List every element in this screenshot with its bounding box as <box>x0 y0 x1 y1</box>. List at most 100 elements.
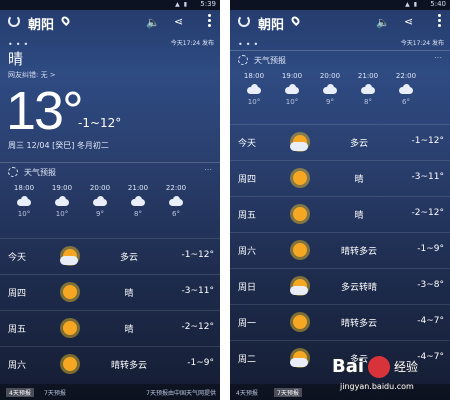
day-row: 周四 晴 -3~11° <box>230 160 450 196</box>
tab-7day[interactable]: 7天预报 <box>44 388 66 397</box>
sun-outline-icon <box>8 167 18 177</box>
left-screen: ▲ ▮ 5:39 朝阳 🔈 ⋖ ••• 今天17:24 发布 晴 网友纠错: 无… <box>0 0 220 400</box>
sun-icon <box>288 202 312 226</box>
speaker-icon[interactable]: 🔈 <box>376 16 390 29</box>
publish-time: 今天17:24 发布 <box>400 40 444 47</box>
hour-item: 18:00 10° <box>243 72 265 106</box>
data-source: 7天预报由中国天气网提供 <box>146 390 216 397</box>
forecast-header: 天气预报 ⋯ <box>0 162 220 180</box>
watermark-text: 经验 <box>394 360 419 374</box>
share-icon[interactable]: ⋖ <box>174 15 183 28</box>
baidu-logo: Bai <box>332 356 365 377</box>
day-condition: 晴 <box>124 289 134 299</box>
hour-item: 20:00 9° <box>89 184 111 218</box>
day-condition: 晴 <box>354 175 364 185</box>
partly-cloudy-icon <box>288 130 312 154</box>
page-dots: ••• <box>238 40 262 49</box>
day-range: -4~7° <box>417 316 444 326</box>
share-icon[interactable]: ⋖ <box>404 15 413 28</box>
hour-item: 20:00 9° <box>319 72 341 106</box>
cloud-icon <box>247 84 261 95</box>
cloud-icon <box>361 84 375 95</box>
speaker-icon[interactable]: 🔈 <box>146 16 160 29</box>
top-bar: 朝阳 🔈 ⋖ <box>0 12 220 34</box>
day-range: -1~12° <box>411 136 444 146</box>
date-line: 周三 12/04 [癸巳] 冬月初二 <box>8 141 109 150</box>
city-name[interactable]: 朝阳 <box>258 14 284 33</box>
cloud-icon <box>285 84 299 95</box>
day-name: 周六 <box>238 247 257 257</box>
hour-item: 22:00 6° <box>165 184 187 218</box>
day-range: -3~11° <box>181 286 214 296</box>
sun-icon <box>58 352 82 376</box>
day-row: 今天 多云 -1~12° <box>0 238 220 274</box>
day-name: 周日 <box>238 283 257 293</box>
hour-item: 21:00 8° <box>127 184 149 218</box>
status-icons: ▲ ▮ <box>175 1 188 8</box>
tab-7day[interactable]: 7天预报 <box>274 388 302 397</box>
current-temperature: 13° <box>6 81 84 141</box>
hourly-forecast[interactable]: 18:00 10° 19:00 10° 20:00 9° 21:00 8° 22:00 6… <box>0 184 220 236</box>
forecast-header: 天气预报 ⋯ <box>230 50 450 68</box>
day-condition: 晴转多云 <box>340 247 377 257</box>
tab-4day[interactable]: 4天预报 <box>6 388 34 397</box>
baidu-watermark: Bai 经验 jingyan.baidu.com <box>332 352 442 398</box>
day-condition: 晴 <box>354 211 364 221</box>
more-dots-icon[interactable]: ⋯ <box>204 165 212 174</box>
day-condition: 多云 <box>119 253 138 263</box>
current-condition: 晴 <box>8 50 24 68</box>
day-condition: 多云转晴 <box>340 283 377 293</box>
day-name: 今天 <box>238 139 257 149</box>
day-name: 今天 <box>8 253 27 263</box>
hourly-forecast[interactable]: 18:00 10° 19:00 10° 20:00 9° 21:00 8° 22:00 6… <box>230 72 450 124</box>
hour-item: 21:00 8° <box>357 72 379 106</box>
day-row: 周五 晴 -2~12° <box>230 196 450 232</box>
status-time: 5:39 <box>200 0 216 8</box>
top-bar: 朝阳 🔈 ⋖ <box>230 12 450 34</box>
feedback-link[interactable]: 网友纠错: 无 > <box>8 70 56 80</box>
more-icon[interactable] <box>208 14 212 27</box>
day-condition: 晴转多云 <box>340 319 377 329</box>
partly-cloudy-icon <box>58 244 82 268</box>
baidu-paw-icon <box>368 356 390 378</box>
hour-item: 18:00 10° <box>13 184 35 218</box>
more-icon[interactable] <box>438 14 442 27</box>
right-screen: ▲ ▮ 5:40 朝阳 🔈 ⋖ ••• 今天17:24 发布 天气预报 ⋯ 18… <box>230 0 450 400</box>
city-name[interactable]: 朝阳 <box>28 14 54 33</box>
cloud-icon <box>17 196 31 207</box>
day-name: 周一 <box>238 319 257 329</box>
cloud-icon <box>55 196 69 207</box>
day-row: 周日 多云转晴 -3~8° <box>230 268 450 304</box>
more-dots-icon[interactable]: ⋯ <box>434 53 442 62</box>
cloud-icon <box>93 196 107 207</box>
publish-time: 今天17:24 发布 <box>170 40 214 47</box>
day-condition: 晴转多云 <box>110 361 147 371</box>
day-name: 周五 <box>8 325 27 335</box>
location-pin-icon[interactable] <box>59 14 72 27</box>
day-name: 周六 <box>8 361 27 371</box>
day-range: -2~12° <box>181 322 214 332</box>
refresh-icon[interactable] <box>8 15 20 27</box>
hour-item: 19:00 10° <box>281 72 303 106</box>
sun-icon <box>58 316 82 340</box>
location-pin-icon[interactable] <box>289 14 302 27</box>
cloud-icon <box>399 84 413 95</box>
sun-icon <box>288 166 312 190</box>
status-time: 5:40 <box>430 0 446 8</box>
refresh-icon[interactable] <box>238 15 250 27</box>
status-icons: ▲ ▮ <box>405 1 418 8</box>
day-row: 周六 晴转多云 -1~9° <box>230 232 450 268</box>
day-name: 周四 <box>8 289 27 299</box>
watermark-url: jingyan.baidu.com <box>340 382 414 391</box>
day-range: -1~12° <box>181 250 214 260</box>
day-row: 周五 晴 -2~12° <box>0 310 220 346</box>
day-row: 周六 晴转多云 -1~9° <box>0 346 220 382</box>
day-name: 周二 <box>238 355 257 365</box>
partly-cloudy-icon <box>288 274 312 298</box>
day-range: -2~12° <box>411 208 444 218</box>
day-name: 周五 <box>238 211 257 221</box>
day-range: -3~11° <box>411 172 444 182</box>
forecast-label: 天气预报 <box>24 168 56 177</box>
sun-icon <box>58 280 82 304</box>
tab-4day[interactable]: 4天预报 <box>236 388 258 397</box>
